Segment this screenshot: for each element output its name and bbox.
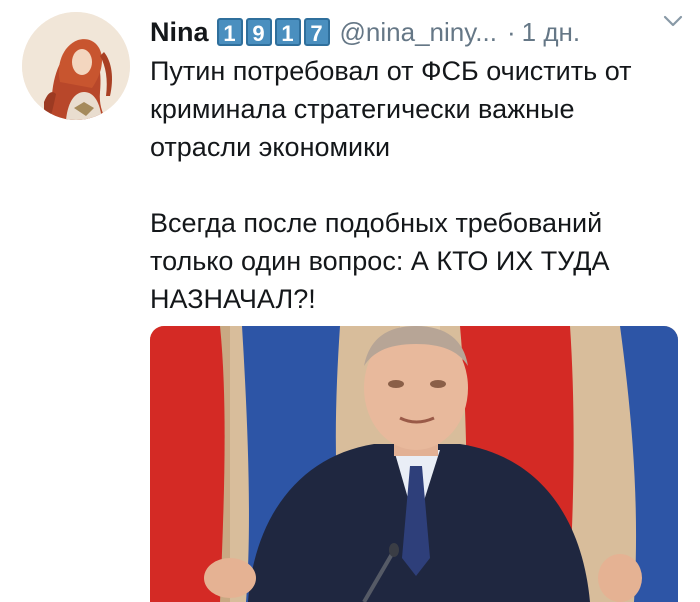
author-name[interactable]: Nina [150,17,209,48]
name-badges: 1 9 1 7 [216,18,330,46]
tweet-media-image[interactable] [150,326,678,602]
text-line: только один вопрос: А КТО ИХ ТУДА [150,246,610,276]
badge-digit: 9 [245,18,272,46]
badge-digit: 1 [274,18,301,46]
photo-image [150,326,678,602]
text-line: криминала стратегически важные [150,94,575,124]
text-line: Всегда после подобных требований [150,208,603,238]
chevron-down-icon[interactable] [660,8,686,34]
text-line: НАЗНАЧАЛ?! [150,284,316,314]
text-line: Путин потребовал от ФСБ очистить от [150,56,632,86]
tweet-header: Nina 1 9 1 7 @nina_niny... · 1 дн. [150,12,690,52]
badge-digit: 7 [303,18,330,46]
separator-dot: · [506,16,516,47]
badge-digit: 1 [216,18,243,46]
tweet[interactable]: Nina 1 9 1 7 @nina_niny... · 1 дн. Путин… [0,0,700,602]
text-line: отрасли экономики [150,132,391,162]
tweet-text: Путин потребовал от ФСБ очистить от крим… [150,52,690,318]
avatar-image [22,12,130,120]
avatar[interactable] [22,12,130,120]
tweet-time[interactable]: 1 дн. [522,17,580,48]
author-handle[interactable]: @nina_niny... [340,17,497,48]
